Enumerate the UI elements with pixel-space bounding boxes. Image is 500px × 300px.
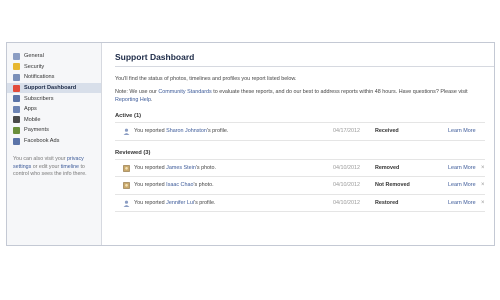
dismiss-icon[interactable]: × <box>481 200 485 206</box>
active-reports-list: You reported Sharon Johnston's profile. 0… <box>115 122 485 141</box>
sidebar-item-payments[interactable]: Payments <box>7 125 101 136</box>
report-description: You reported Sharon Johnston's profile. <box>134 128 228 134</box>
support-icon <box>13 84 20 92</box>
reviewed-reports-list: You reported James Stein's photo. 04/10/2… <box>115 158 485 213</box>
reported-person-link[interactable]: James Stein <box>166 165 196 171</box>
report-date: 04/10/2012 <box>333 164 360 171</box>
sidebar-item-apps[interactable]: Apps <box>7 104 101 115</box>
report-prefix: You reported <box>134 128 167 135</box>
sidebar-item-label: Facebook Ads <box>24 138 60 145</box>
learn-more-link[interactable]: Learn More <box>448 200 476 206</box>
subscribers-icon <box>13 95 20 103</box>
sidebar-item-security[interactable]: Security <box>7 62 101 73</box>
sidebar-item-general[interactable]: General <box>7 51 101 62</box>
settings-window: General Security Notifications Support Dash… <box>6 42 495 246</box>
sidebar-item-subscribers[interactable]: Subscribers <box>7 93 101 104</box>
dismiss-icon[interactable]: × <box>481 165 485 171</box>
sidebar-item-label: Subscribers <box>24 95 54 102</box>
sidebar-item-label: Notifications <box>24 74 55 81</box>
learn-more-link[interactable]: Learn More <box>448 128 476 134</box>
reporting-help-link[interactable]: Reporting Help <box>115 97 151 103</box>
apps-icon <box>13 105 20 113</box>
note-text-part: to evaluate these reports, and do our be… <box>211 89 468 95</box>
reported-person-link[interactable]: Isaac Chao <box>166 182 193 188</box>
sidebar-item-label: Apps <box>24 106 37 113</box>
profile-icon <box>123 200 130 207</box>
sidebar-item-label: General <box>24 53 44 60</box>
sidebar-item-notifications[interactable]: Notifications <box>7 72 101 83</box>
report-status: Removed <box>375 164 400 171</box>
learn-more-link[interactable]: Learn More <box>448 165 476 171</box>
report-prefix: You reported <box>134 182 167 189</box>
lock-icon <box>13 63 20 71</box>
report-row: You reported Sharon Johnston's profile. 0… <box>115 123 485 141</box>
photo-icon <box>123 164 130 172</box>
learn-more-link[interactable]: Learn More <box>448 182 476 188</box>
reported-person-link[interactable]: Sharon Johnston <box>166 128 207 134</box>
report-description: You reported Jennifer Lui's profile. <box>134 200 215 206</box>
sidebar-note-text: or edit your <box>31 163 61 170</box>
note-text: Note: We use our Community Standards to … <box>115 89 494 104</box>
report-suffix: 's photo. <box>193 182 214 189</box>
gear-icon <box>13 52 20 60</box>
report-suffix: 's profile. <box>194 199 216 206</box>
reported-person-link[interactable]: Jennifer Lui <box>166 200 194 206</box>
photo-icon <box>123 182 130 189</box>
active-section-heading: Active (1) <box>115 113 142 120</box>
report-row: You reported Jennifer Lui's profile. 04/1… <box>115 195 485 213</box>
report-status: Not Removed <box>375 182 410 189</box>
report-date: 04/10/2012 <box>333 199 360 206</box>
sidebar-item-label: Payments <box>24 127 49 134</box>
sidebar-item-label: Support Dashboard <box>24 85 77 92</box>
sidebar-item-mobile[interactable]: Mobile <box>7 115 101 126</box>
mobile-icon <box>13 116 20 124</box>
notification-icon <box>13 73 20 81</box>
sidebar-item-label: Security <box>24 63 45 70</box>
sidebar-note: You can also visit your privacy settings… <box>7 156 101 178</box>
sidebar-item-facebook-ads[interactable]: Facebook Ads <box>7 136 101 147</box>
note-text-part: Note: We use our <box>115 89 159 95</box>
sidebar-item-support-dashboard[interactable]: Support Dashboard <box>7 82 101 94</box>
report-date: 04/10/2012 <box>333 182 360 189</box>
sidebar-menu: General Security Notifications Support Dash… <box>7 51 101 146</box>
page-title: Support Dashboard <box>115 43 494 67</box>
dismiss-icon[interactable]: × <box>481 182 485 188</box>
report-status: Received <box>375 128 399 135</box>
profile-icon <box>123 128 130 136</box>
community-standards-link[interactable]: Community Standards <box>158 89 211 95</box>
report-description: You reported James Stein's photo. <box>134 165 216 171</box>
payments-icon <box>13 126 20 134</box>
report-row: You reported Isaac Chao's photo. 04/10/20… <box>115 177 485 195</box>
report-description: You reported Isaac Chao's photo. <box>134 182 214 188</box>
report-suffix: 's profile. <box>206 128 229 135</box>
report-status: Restored <box>375 199 399 206</box>
timeline-link[interactable]: timeline <box>61 164 79 170</box>
report-prefix: You reported <box>134 199 167 206</box>
sidebar-note-text: You can also visit your <box>13 156 67 163</box>
note-text-part: . <box>150 96 153 103</box>
report-date: 04/17/2012 <box>333 128 360 135</box>
report-suffix: 's photo. <box>195 164 217 171</box>
intro-text: You'll find the status of photos, timeli… <box>115 76 297 82</box>
reviewed-section-heading: Reviewed (3) <box>115 149 151 156</box>
sidebar-item-label: Mobile <box>24 116 41 123</box>
ads-icon <box>13 137 20 145</box>
report-row: You reported James Stein's photo. 04/10/2… <box>115 160 485 178</box>
report-prefix: You reported <box>134 164 167 171</box>
main-content: Support Dashboard You'll find the status… <box>103 43 494 245</box>
sidebar: General Security Notifications Support Dash… <box>7 43 102 245</box>
